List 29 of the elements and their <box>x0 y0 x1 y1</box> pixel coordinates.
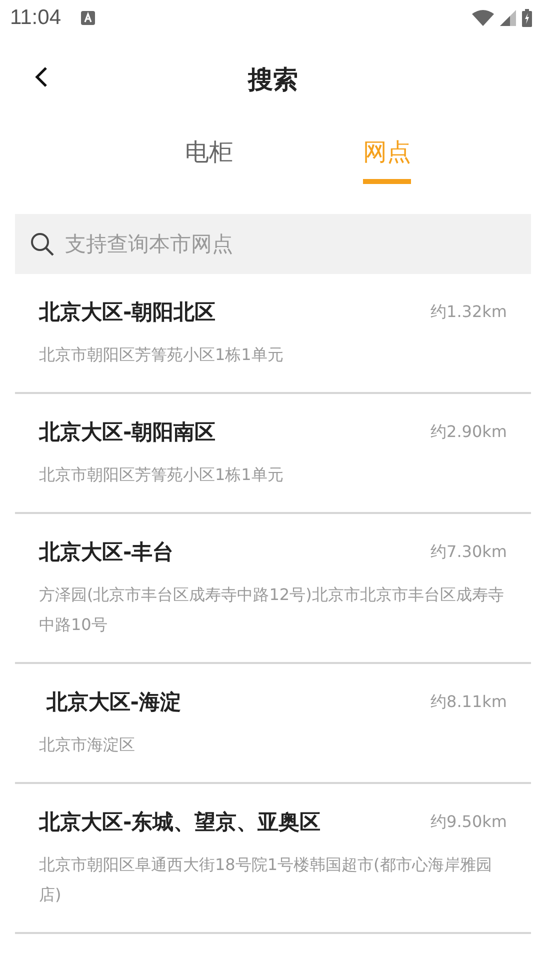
status-time: 11:04 <box>10 6 61 30</box>
outlet-name: 北京大区-朝阳南区 <box>39 419 216 446</box>
outlet-name: 北京大区-朝阳北区 <box>39 299 216 326</box>
distance-label: 约1.32km <box>430 302 507 322</box>
outlet-address: 北京市朝阳区芳箐苑小区1栋1单元 <box>39 344 284 366</box>
outlet-address: 北京市朝阳区芳箐苑小区1栋1单元 <box>39 464 284 486</box>
outlet-address: 北京市海淀区 <box>39 734 136 756</box>
distance-label: 约8.11km <box>430 692 507 712</box>
signal-icon <box>500 10 516 26</box>
distance-label: 约9.50km <box>430 812 507 832</box>
result-item[interactable]: 北京大区-海淀 约8.11km 北京市海淀区 <box>15 664 531 784</box>
result-item[interactable]: 北京大区-朝阳北区 约1.32km 北京市朝阳区芳箐苑小区1栋1单元 <box>15 274 531 394</box>
outlet-name: 北京大区-海淀 <box>45 689 182 716</box>
back-button[interactable] <box>34 66 48 88</box>
wifi-icon <box>472 10 494 26</box>
battery-icon <box>522 9 532 27</box>
search-field[interactable]: 支持查询本市网点 <box>15 214 531 274</box>
result-item[interactable]: 北京大区-丰台 约7.30km 方泽园(北京市丰台区成寿寺中路12号)北京市北京市丰台区成寿寺中路10号 <box>15 514 531 664</box>
outlet-address: 北京市朝阳区阜通西大街18号院1号楼韩国超市(都市心海岸雅园店) <box>39 854 493 906</box>
outlet-name: 北京大区-东城、望京、亚奥区 <box>39 809 321 836</box>
result-item[interactable]: 北京大区-东城、望京、亚奥区 约9.50km 北京市朝阳区阜通西大街18号院1号楼韩国超市(都市心海岸雅园店) <box>15 784 531 934</box>
outlet-name: 北京大区-丰台 <box>39 539 174 566</box>
tab[interactable]: 电柜 <box>185 136 233 184</box>
page-title: 搜索 <box>248 64 298 96</box>
distance-label: 约2.90km <box>430 422 507 442</box>
result-item[interactable]: 北京大区-朝阳南区 约2.90km 北京市朝阳区芳箐苑小区1栋1单元 <box>15 394 531 514</box>
outlet-address: 方泽园(北京市丰台区成寿寺中路12号)北京市北京市丰台区成寿寺中路10号 <box>39 584 505 636</box>
distance-label: 约7.30km <box>430 542 507 562</box>
notification-icon <box>81 11 95 25</box>
